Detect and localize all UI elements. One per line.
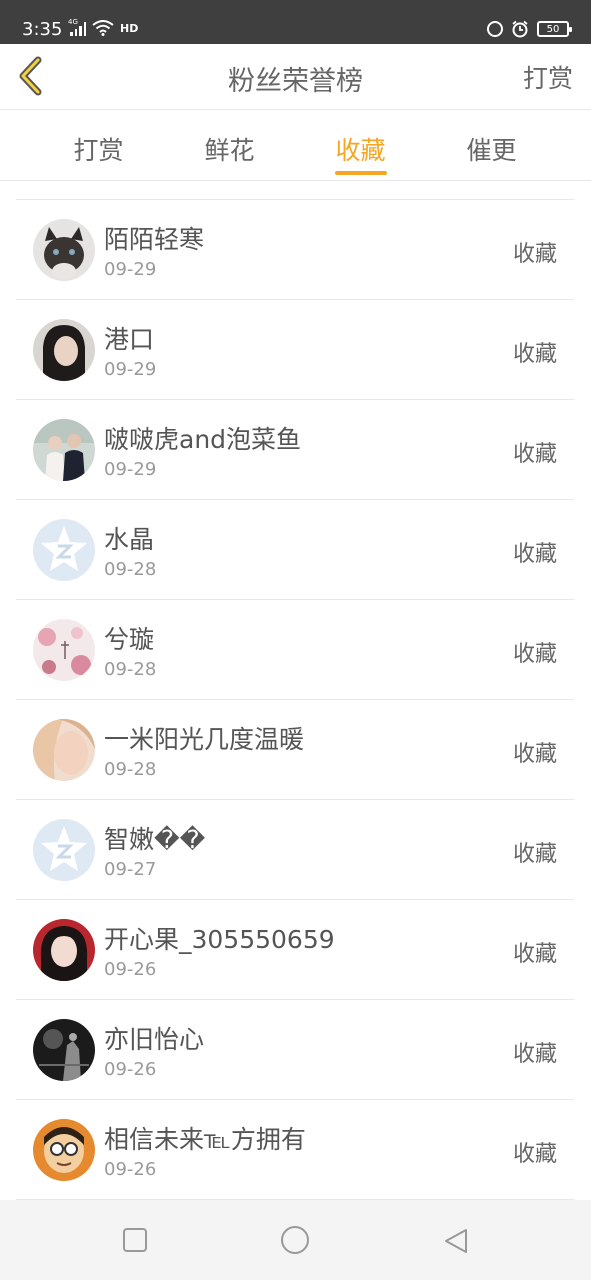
home-circle-icon[interactable] [280,1225,310,1255]
avatar [33,519,95,581]
avatar [33,719,95,781]
battery-icon: 50 [537,21,572,37]
user-name: 一米阳光几度温暖 [104,725,305,754]
user-name: 陌陌轻寒 [104,225,205,254]
recents-square-icon[interactable] [122,1227,148,1253]
user-name: 兮璇 [104,625,155,654]
list-item[interactable]: 啵啵虎and泡菜鱼 09-29 收藏 [16,400,574,500]
list-item[interactable]: 陌陌轻寒 09-29 收藏 [16,200,574,300]
user-name: 啵啵虎and泡菜鱼 [104,425,302,454]
signal-icon: 4G [68,18,86,36]
action-label[interactable]: 收藏 [513,736,557,768]
date: 09-29 [104,359,157,380]
system-nav-bar [0,1200,591,1280]
battery-level: 50 [546,23,560,35]
action-label[interactable]: 收藏 [513,1136,557,1168]
avatar [33,1019,95,1081]
avatar [33,219,95,281]
list-item[interactable]: 水晶 09-28 收藏 [16,500,574,600]
date: 09-26 [104,959,157,980]
date: 09-26 [104,1059,157,1080]
date: 09-28 [104,759,157,780]
date: 09-28 [104,559,157,580]
hd-icon: HD [120,21,139,35]
avatar [33,919,95,981]
avatar [33,1119,95,1181]
tab-bar: 打赏 鲜花 收藏 催更 [0,111,591,181]
list-item[interactable]: 港口 09-29 收藏 [16,300,574,400]
alarm-icon [512,20,528,38]
lock-rotation-icon [487,21,503,37]
fan-list: 陌陌轻寒 09-29 收藏 港口 09-29 收藏 啵啵虎and泡菜鱼 09-2… [16,199,574,1200]
wifi-icon [92,20,114,36]
action-label[interactable]: 收藏 [513,236,557,268]
reward-link[interactable]: 打赏 [523,59,573,95]
tab-favorites[interactable]: 收藏 [295,111,426,180]
list-item[interactable]: 亦旧怡心 09-26 收藏 [16,1000,574,1100]
list-item[interactable]: 兮璇 09-28 收藏 [16,600,574,700]
action-label[interactable]: 收藏 [513,936,557,968]
action-label[interactable]: 收藏 [513,636,557,668]
user-name: 港口 [104,325,155,354]
page-title: 粉丝荣誉榜 [228,66,363,97]
date: 09-26 [104,1159,157,1180]
avatar [33,319,95,381]
user-name: 亦旧怡心 [104,1025,205,1054]
action-label[interactable]: 收藏 [513,436,557,468]
action-label[interactable]: 收藏 [513,836,557,868]
avatar [33,419,95,481]
date: 09-29 [104,459,157,480]
action-label[interactable]: 收藏 [513,1036,557,1068]
status-time: 3:35 [22,19,63,40]
avatar [33,819,95,881]
tab-flowers[interactable]: 鲜花 [164,111,295,180]
date: 09-27 [104,859,157,880]
back-triangle-icon[interactable] [442,1227,470,1255]
header: 粉丝荣誉榜 打赏 [0,44,591,110]
action-label[interactable]: 收藏 [513,536,557,568]
user-name: 相信未来℡方拥有 [104,1125,306,1154]
list-item[interactable]: 智嫩�� 09-27 收藏 [16,800,574,900]
list-item[interactable]: 开心果_305550659 09-26 收藏 [16,900,574,1000]
status-bar: 3:35 4G HD 50 [0,0,591,44]
list-item[interactable]: 一米阳光几度温暖 09-28 收藏 [16,700,574,800]
list-item[interactable]: 相信未来℡方拥有 09-26 收藏 [16,1100,574,1200]
date: 09-28 [104,659,157,680]
action-label[interactable]: 收藏 [513,336,557,368]
user-name: 智嫩�� [104,825,206,854]
tab-reward[interactable]: 打赏 [33,111,164,180]
avatar [33,619,95,681]
tab-update-request[interactable]: 催更 [426,111,557,180]
tab-active-indicator [334,171,387,175]
date: 09-29 [104,259,157,280]
user-name: 开心果_305550659 [104,925,335,954]
user-name: 水晶 [104,525,155,554]
